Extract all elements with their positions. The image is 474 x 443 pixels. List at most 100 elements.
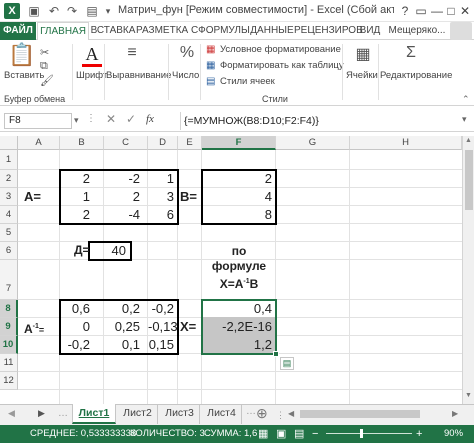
next-sheet-icon[interactable]: ▶ <box>38 408 45 419</box>
insert-function-button[interactable]: fx <box>146 113 154 125</box>
cell-b8[interactable]: 0,6 <box>60 300 94 317</box>
conditional-format-button[interactable]: Условное форматирование <box>220 44 341 55</box>
font-button[interactable]: Шрифт <box>76 70 107 81</box>
scroll-up-icon[interactable]: ▲ <box>465 137 472 144</box>
format-as-table-button[interactable]: Форматировать как таблицу <box>220 60 344 71</box>
paste-button[interactable]: Вставить <box>4 70 44 81</box>
row-header[interactable]: 5 <box>0 224 18 242</box>
column-header-f[interactable]: F <box>202 136 276 150</box>
zoom-out-icon[interactable]: − <box>312 425 318 443</box>
column-header-b[interactable]: B <box>60 136 104 150</box>
number-format-icon[interactable]: % <box>176 44 198 62</box>
prev-sheet-icon[interactable]: ◀ <box>8 408 15 419</box>
column-header-a[interactable]: A <box>18 136 60 150</box>
paste-icon[interactable]: 📋 <box>8 44 35 66</box>
column-header-g[interactable]: G <box>276 136 350 150</box>
row-header-selected[interactable]: 8 <box>0 300 18 318</box>
zoom-level[interactable]: 90% <box>444 425 463 443</box>
cell-d8[interactable]: -0,2 <box>148 300 178 317</box>
tab-page-layout[interactable]: РАЗМЕТКА С <box>136 22 198 40</box>
undo-icon[interactable]: ↶ <box>46 3 62 19</box>
hscroll-thumb[interactable] <box>300 410 420 418</box>
row-header[interactable]: 7 <box>0 260 18 300</box>
cell-c4[interactable]: -4 <box>104 206 144 223</box>
formula-input[interactable]: {=МУМНОЖ(B8:D10;F2:F4)} <box>184 113 470 129</box>
alignment-button[interactable]: Выравнивание <box>106 70 171 81</box>
sheet-more-icon[interactable]: … <box>246 406 256 417</box>
tab-data[interactable]: ДАННЫЕ <box>250 22 294 40</box>
column-header-c[interactable]: C <box>104 136 148 150</box>
cell-b3[interactable]: 1 <box>60 188 94 205</box>
spreadsheet-grid[interactable]: A B C D E F G H 1 2 3 4 5 6 7 8 9 10 11 … <box>0 136 462 404</box>
close-button[interactable]: ✕ <box>456 2 474 20</box>
cell-d10[interactable]: 0,15 <box>148 336 178 353</box>
alignment-icon[interactable]: ≡ <box>122 44 142 62</box>
quick-analysis-icon[interactable]: ▤ <box>280 357 294 370</box>
tab-home[interactable]: ГЛАВНАЯ <box>37 22 89 41</box>
sheet-tab[interactable]: Лист4 <box>202 404 242 424</box>
zoom-slider-thumb[interactable] <box>360 429 363 438</box>
qat-dropdown-icon[interactable]: ▾ <box>100 3 116 19</box>
scroll-down-icon[interactable]: ▼ <box>465 392 472 399</box>
cell-styles-button[interactable]: Стили ячеек <box>220 76 275 87</box>
cell-f4[interactable]: 8 <box>202 206 276 223</box>
cell-f3[interactable]: 4 <box>202 188 276 205</box>
expand-formula-icon[interactable]: ▾ <box>462 114 467 125</box>
name-box[interactable]: F8 <box>4 113 72 129</box>
cell-c8[interactable]: 0,2 <box>104 300 144 317</box>
redo-icon[interactable]: ↷ <box>64 3 80 19</box>
cell-d6[interactable]: 40 <box>90 242 130 259</box>
number-button[interactable]: Число <box>172 70 199 81</box>
hscroll-right-icon[interactable]: ▶ <box>452 409 458 418</box>
tab-formulas[interactable]: ФОРМУЛЫ <box>198 22 250 40</box>
tab-split-icon[interactable]: ⋮ <box>276 410 285 421</box>
cell-c10[interactable]: 0,1 <box>104 336 144 353</box>
sheet-more-icon[interactable]: … <box>58 408 68 419</box>
row-header-selected[interactable]: 10 <box>0 336 18 354</box>
cell-b2[interactable]: 2 <box>60 170 94 187</box>
cut-icon[interactable]: ✂ <box>40 46 49 59</box>
cell-f8[interactable]: 0,4 <box>202 300 276 317</box>
sheet-tab[interactable]: Лист3 <box>160 404 200 424</box>
select-all-corner[interactable] <box>0 136 18 150</box>
cell-b9[interactable]: 0 <box>60 318 94 335</box>
row-header[interactable]: 12 <box>0 372 18 390</box>
editing-icon[interactable]: Σ <box>400 44 422 62</box>
tab-review[interactable]: РЕЦЕНЗИРОВ <box>294 22 363 40</box>
cell-c3[interactable]: 2 <box>104 188 144 205</box>
tab-insert[interactable]: ВСТАВКА <box>90 22 136 40</box>
account-name[interactable]: Мещеряко... <box>384 22 450 40</box>
font-icon[interactable]: A <box>80 44 104 65</box>
column-header-d[interactable]: D <box>148 136 178 150</box>
cell-f10[interactable]: 1,2 <box>202 336 276 353</box>
tab-view[interactable]: ВИД <box>358 22 382 40</box>
cell-c2[interactable]: -2 <box>104 170 144 187</box>
row-header-selected[interactable]: 9 <box>0 318 18 336</box>
cell-f9[interactable]: -2,2E-16 <box>202 318 276 335</box>
format-painter-icon[interactable]: 🖌 <box>40 74 54 87</box>
zoom-slider[interactable] <box>326 433 412 434</box>
tab-file[interactable]: ФАЙЛ <box>0 22 36 40</box>
row-header[interactable]: 4 <box>0 206 18 224</box>
hscroll-left-icon[interactable]: ◀ <box>288 409 294 418</box>
collapse-ribbon-icon[interactable]: ⌃ <box>462 94 470 105</box>
row-header[interactable]: 3 <box>0 188 18 206</box>
copy-icon[interactable]: ⧉ <box>40 60 48 73</box>
sheet-tab-active[interactable]: Лист1 <box>72 404 116 424</box>
avatar[interactable] <box>450 22 472 40</box>
row-header[interactable]: 1 <box>0 150 18 170</box>
cell-c9[interactable]: 0,25 <box>104 318 144 335</box>
open-icon[interactable]: ▤ <box>84 3 100 19</box>
cell-b4[interactable]: 2 <box>60 206 94 223</box>
cell-d2[interactable]: 1 <box>148 170 178 187</box>
row-header[interactable]: 6 <box>0 242 18 260</box>
sheet-tab[interactable]: Лист2 <box>118 404 158 424</box>
editing-button[interactable]: Редактирование <box>380 70 452 81</box>
scroll-thumb[interactable] <box>465 150 473 210</box>
vertical-scrollbar[interactable]: ▲ ▼ <box>462 136 474 404</box>
column-header-e[interactable]: E <box>178 136 202 150</box>
cells-button[interactable]: Ячейки <box>346 70 378 81</box>
cells-icon[interactable]: ▦ <box>352 44 374 64</box>
save-icon[interactable]: ▣ <box>26 3 42 19</box>
add-sheet-icon[interactable]: ⊕ <box>256 405 268 422</box>
